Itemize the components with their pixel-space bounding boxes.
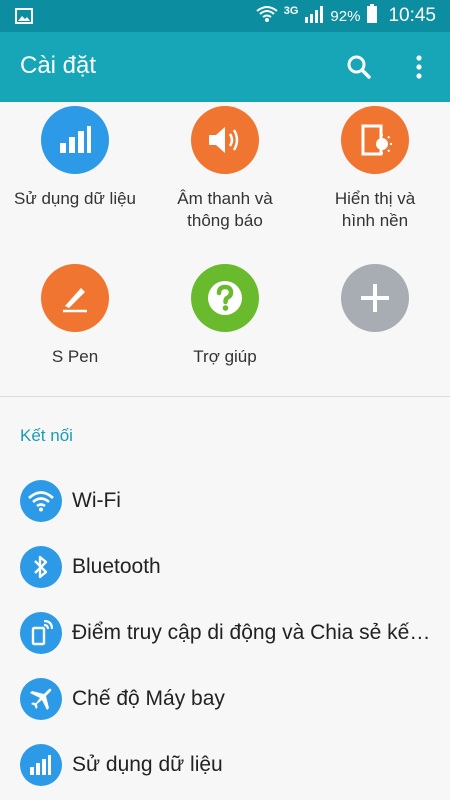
quick-setting-label: Âm thanh và thông báo [177, 189, 273, 230]
quick-settings-grid: Sử dụng dữ liệu Âm thanh và thông báo Hi… [0, 102, 450, 397]
more-options-button[interactable] [402, 50, 436, 84]
battery-percent: 92% [330, 7, 361, 25]
wifi-icon [20, 480, 62, 522]
divider [0, 396, 450, 397]
airplane-icon [20, 678, 62, 720]
add-icon [341, 264, 409, 332]
quick-setting-help[interactable]: Trợ giúp [150, 264, 300, 368]
network-type: 3G [283, 5, 299, 17]
s-pen-icon [41, 264, 109, 332]
list-item-label: Bluetooth [72, 555, 161, 578]
quick-setting-data-usage[interactable]: Sử dụng dữ liệu [0, 106, 150, 210]
signal-icon [304, 5, 324, 27]
hotspot-icon [20, 612, 62, 654]
quick-setting-sound[interactable]: Âm thanh và thông báo [150, 106, 300, 232]
list-item-wifi[interactable]: Wi-Fi [0, 468, 450, 534]
list-item-hotspot[interactable]: Điểm truy cập di động và Chia sẻ kết nối [0, 600, 450, 666]
list-item-label: Điểm truy cập di động và Chia sẻ kết nối [72, 621, 432, 644]
battery-icon [366, 4, 378, 28]
quick-setting-label: S Pen [51, 347, 99, 366]
help-icon [191, 264, 259, 332]
app-bar: Cài đặt [0, 32, 450, 102]
data-usage-icon [41, 106, 109, 174]
list-item-label: Chế độ Máy bay [72, 687, 225, 710]
quick-setting-label: Trợ giúp [193, 347, 257, 366]
data-usage-icon [20, 744, 62, 786]
search-icon [347, 55, 371, 79]
search-button[interactable] [342, 50, 376, 84]
quick-setting-label: Sử dụng dữ liệu [14, 189, 137, 208]
quick-setting-s-pen[interactable]: S Pen [0, 264, 150, 368]
settings-list: Wi-Fi Bluetooth Điểm truy cập di động và… [0, 468, 450, 798]
sound-icon [191, 106, 259, 174]
page-title: Cài đặt [20, 52, 97, 79]
display-icon [341, 106, 409, 174]
quick-setting-display[interactable]: Hiển thị và hình nền [300, 106, 450, 232]
list-item-airplane-mode[interactable]: Chế độ Máy bay [0, 666, 450, 732]
list-item-bluetooth[interactable]: Bluetooth [0, 534, 450, 600]
list-item-data-usage[interactable]: Sử dụng dữ liệu [0, 732, 450, 798]
gallery-notification-icon [14, 6, 34, 31]
section-header-connections: Kết nối [20, 426, 73, 445]
wifi-status-icon [256, 5, 278, 27]
list-item-label: Wi-Fi [72, 489, 121, 512]
quick-setting-label: Hiển thị và hình nền [334, 189, 416, 230]
add-quick-setting-button[interactable] [300, 264, 450, 346]
clock: 10:45 [388, 5, 436, 26]
bluetooth-icon [20, 546, 62, 588]
list-item-label: Sử dụng dữ liệu [72, 753, 223, 776]
status-bar: 3G 92% 10:45 [0, 0, 450, 32]
more-vert-icon [416, 55, 422, 79]
